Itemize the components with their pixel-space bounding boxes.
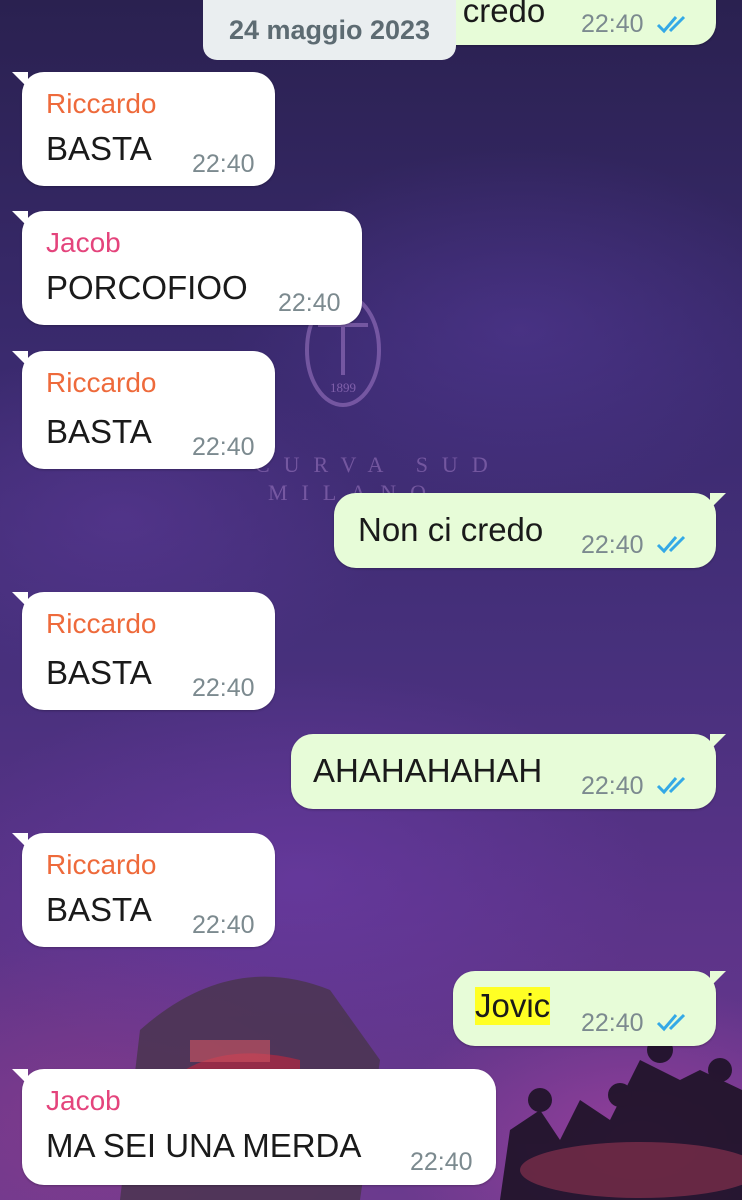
double-check-icon — [656, 15, 686, 34]
bubble-tail — [12, 72, 28, 88]
crowd-silhouettes — [500, 1037, 742, 1200]
double-check-icon — [656, 535, 686, 554]
message-text: Non ci credo — [358, 511, 544, 548]
bubble-tail — [12, 833, 28, 849]
message-time: 22:40 — [581, 10, 644, 38]
message-time: 22:40 — [581, 531, 644, 559]
sender-name: Riccardo — [46, 608, 157, 639]
bubble-tail — [710, 971, 726, 987]
bubble-tail — [710, 734, 726, 750]
bubble-tail — [12, 211, 28, 227]
message-text: MA SEI UNA MERDA — [46, 1127, 362, 1164]
message-text: BASTA — [46, 891, 152, 928]
message-incoming[interactable]: Riccardo BASTA 22:40 — [12, 592, 275, 710]
message-outgoing[interactable]: Jovic 22:40 — [453, 971, 726, 1046]
message-time: 22:40 — [410, 1148, 473, 1176]
message-outgoing[interactable]: AHAHAHAHAH 22:40 — [291, 734, 726, 809]
message-text: BASTA — [46, 654, 152, 691]
message-time: 22:40 — [581, 1009, 644, 1037]
message-time: 22:40 — [192, 150, 255, 178]
message-incoming[interactable]: Jacob PORCOFIOO 22:40 — [12, 211, 362, 325]
message-incoming[interactable]: Riccardo BASTA 22:40 — [12, 72, 275, 186]
message-text: AHAHAHAHAH — [313, 752, 543, 789]
sender-name: Jacob — [46, 1085, 121, 1116]
bubble-tail — [12, 351, 28, 367]
sender-name: Jacob — [46, 227, 121, 258]
message-text: PORCOFIOO — [46, 269, 248, 306]
message-time: 22:40 — [278, 289, 341, 317]
crest-year: 1899 — [330, 380, 356, 395]
message-incoming[interactable]: Riccardo BASTA 22:40 — [12, 351, 275, 469]
message-text: BASTA — [46, 413, 152, 450]
double-check-icon — [656, 776, 686, 795]
message-time: 22:40 — [192, 674, 255, 702]
double-check-icon — [656, 1013, 686, 1032]
sender-name: Riccardo — [46, 88, 157, 119]
bubble-tail — [12, 592, 28, 608]
bubble-tail — [710, 493, 726, 509]
sender-name: Riccardo — [46, 367, 157, 398]
message-time: 22:40 — [192, 911, 255, 939]
date-separator: 24 maggio 2023 — [203, 0, 456, 60]
wallpaper-text-1: CURVA SUD — [255, 452, 502, 477]
sender-name: Riccardo — [46, 849, 157, 880]
message-time: 22:40 — [581, 772, 644, 800]
bubble-tail — [12, 1069, 28, 1085]
message-text: BASTA — [46, 130, 152, 167]
message-outgoing[interactable]: Non ci credo 22:40 — [334, 493, 726, 568]
message-text-highlighted: Jovic — [475, 987, 551, 1025]
message-time: 22:40 — [192, 433, 255, 461]
message-incoming[interactable]: Riccardo BASTA 22:40 — [12, 833, 275, 947]
message-incoming[interactable]: Jacob MA SEI UNA MERDA 22:40 — [12, 1069, 496, 1185]
